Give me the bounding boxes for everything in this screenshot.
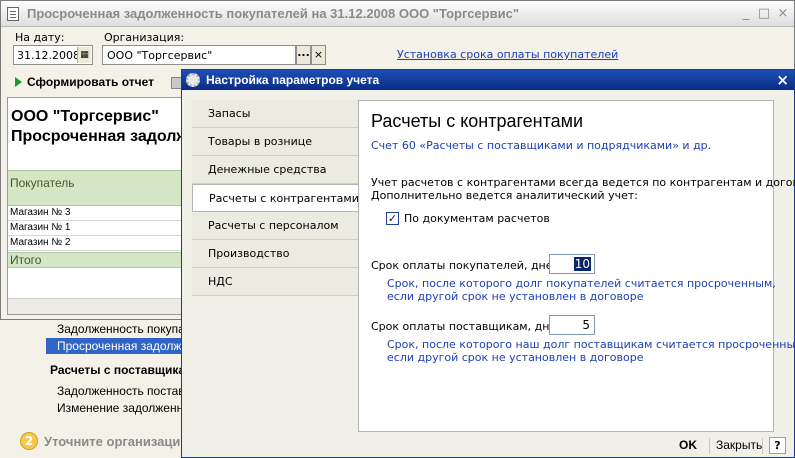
- report-header-buyer: Покупатель: [10, 176, 75, 190]
- buyer-days-field[interactable]: 10: [549, 254, 595, 274]
- organization-label: Организация:: [104, 31, 185, 44]
- report-title: Просроченная задолженность: [11, 128, 187, 145]
- task-section-title: Расчеты с поставщиками: [50, 363, 202, 377]
- nav-item-stocks[interactable]: Запасы: [192, 100, 358, 128]
- settings-dialog: Настройка параметров учета × Запасы Това…: [181, 69, 795, 458]
- settings-nav: Запасы Товары в рознице Денежные средств…: [192, 100, 370, 296]
- date-label: На дату:: [15, 31, 65, 44]
- footer-divider: [709, 438, 710, 454]
- dialog-close-button[interactable]: ×: [776, 71, 789, 89]
- horizontal-scrollbar[interactable]: [8, 298, 186, 314]
- supplier-days-field[interactable]: 5: [549, 315, 595, 335]
- calendar-icon[interactable]: ▦: [77, 47, 91, 63]
- nav-item-production[interactable]: Производство: [192, 240, 358, 268]
- content-heading: Расчеты с контрагентами: [371, 111, 584, 131]
- generate-report-button[interactable]: Сформировать отчет: [15, 75, 154, 89]
- settings-content: Расчеты с контрагентами Счет 60 «Расчеты…: [358, 100, 795, 432]
- report-toolbar: Сформировать отчет: [7, 71, 187, 95]
- footer-divider: [762, 438, 763, 454]
- account-note: Счет 60 «Расчеты с поставщиками и подряд…: [371, 139, 712, 152]
- buyer-days-value: 10: [573, 257, 591, 271]
- close-button[interactable]: ×: [776, 7, 790, 21]
- organization-select-button[interactable]: ...: [296, 45, 311, 65]
- dialog-titlebar[interactable]: Настройка параметров учета ×: [182, 70, 794, 90]
- dialog-title: Настройка параметров учета: [206, 73, 380, 87]
- report-total-label: Итого: [10, 253, 42, 267]
- main-window-title: Просроченная задолженность покупателей н…: [27, 6, 519, 21]
- help-button[interactable]: ?: [769, 437, 786, 454]
- organization-clear-button[interactable]: ×: [311, 45, 326, 65]
- nav-item-counterparties[interactable]: Расчеты с контрагентами: [192, 184, 370, 212]
- by-documents-checkbox[interactable]: ✓: [386, 212, 399, 225]
- nav-item-vat[interactable]: НДС: [192, 268, 358, 296]
- buyer-hint-line-1: Срок, после которого долг покупателей сч…: [387, 277, 776, 290]
- step-label: Уточните организацию: [44, 434, 192, 449]
- minimize-button[interactable]: _: [739, 7, 753, 21]
- play-icon: [15, 77, 22, 87]
- description-line-2: Дополнительно ведется аналитический учет…: [371, 189, 638, 202]
- main-window-titlebar[interactable]: Просроченная задолженность покупателей н…: [1, 1, 794, 27]
- organization-field[interactable]: ООО "Торгсервис": [102, 45, 296, 65]
- nav-item-retail-goods[interactable]: Товары в рознице: [192, 128, 358, 156]
- supplier-hint-line-2: если другой срок не установлен в договор…: [387, 351, 644, 364]
- table-row[interactable]: Магазин № 2: [8, 236, 186, 251]
- by-documents-label[interactable]: По документам расчетов: [404, 212, 550, 225]
- nav-item-cash[interactable]: Денежные средства: [192, 156, 358, 184]
- buyer-days-label: Срок оплаты покупателей, дней:: [371, 259, 564, 272]
- date-field[interactable]: 31.12.2008 ▦: [13, 45, 93, 65]
- close-dialog-button[interactable]: Закрыть: [716, 438, 762, 452]
- task-panel: Задолженность покупателей Просроченная з…: [0, 320, 226, 458]
- step-number-badge: 2: [20, 432, 38, 450]
- document-icon: [7, 7, 19, 21]
- payment-term-link[interactable]: Установка срока оплаты покупателей: [397, 48, 618, 61]
- organization-value: ООО "Торгсервис": [107, 49, 213, 62]
- nav-item-personnel[interactable]: Расчеты с персоналом: [192, 212, 358, 240]
- report-area: ООО "Торгсервис" Просроченная задолженно…: [7, 97, 187, 315]
- maximize-button[interactable]: □: [757, 7, 771, 21]
- report-organization: ООО "Торгсервис": [11, 108, 159, 125]
- supplier-days-label: Срок оплаты поставщикам, дней:: [371, 320, 568, 333]
- supplier-days-value: 5: [582, 318, 590, 332]
- dialog-footer: OK Закрыть ?: [182, 434, 794, 457]
- ok-button[interactable]: OK: [679, 438, 697, 452]
- description-line-1: Учет расчетов с контрагентами всегда вед…: [371, 176, 795, 189]
- table-row[interactable]: Магазин № 1: [8, 221, 186, 236]
- supplier-hint-line-1: Срок, после которого наш долг поставщика…: [387, 338, 795, 351]
- table-row[interactable]: Магазин № 3: [8, 206, 186, 221]
- buyer-hint-line-2: если другой срок не установлен в договор…: [387, 290, 644, 303]
- date-value: 31.12.2008: [17, 49, 80, 62]
- gear-icon: [186, 73, 200, 87]
- generate-report-label: Сформировать отчет: [27, 75, 155, 89]
